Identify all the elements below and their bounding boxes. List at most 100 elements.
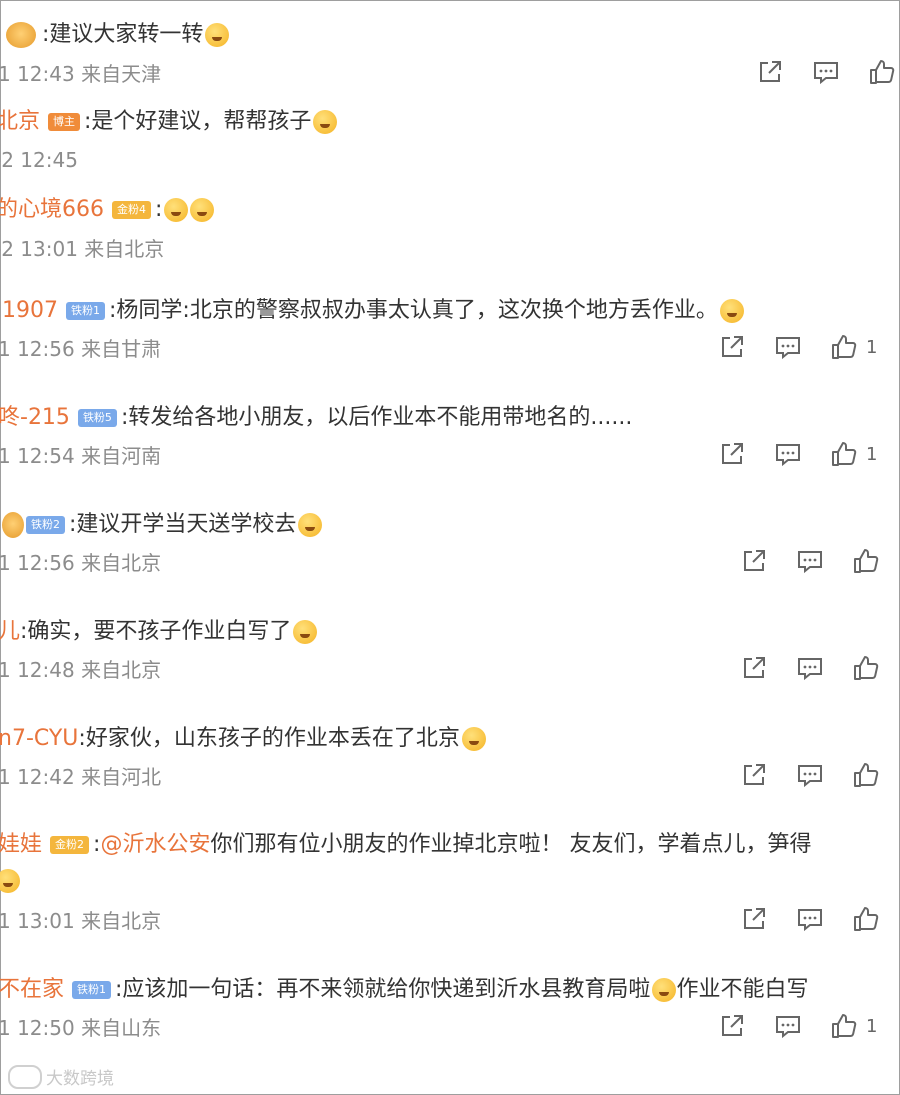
comment-button[interactable] [774, 333, 802, 361]
laughing-emoji-icon [719, 299, 744, 323]
share-icon [744, 550, 765, 571]
thumbs-up-icon [854, 907, 879, 931]
comment-meta: 1 12:43 来自天津 [0, 62, 162, 86]
comment-icon [776, 337, 800, 360]
thumbs-up-icon [854, 763, 879, 787]
thumbs-up-icon [854, 549, 879, 573]
thumbs-up-emoji-icon [190, 198, 215, 222]
username[interactable]: n7-CYU [0, 724, 78, 754]
share-button[interactable] [756, 58, 784, 86]
comment-button[interactable] [774, 1012, 802, 1040]
like-button[interactable] [852, 654, 888, 682]
crying-laughing-emoji-icon [461, 727, 486, 751]
like-count: 1 [866, 336, 878, 358]
comment-meta: 1 12:50 来自山东 [0, 1016, 162, 1040]
fan-badge: 铁粉2 [26, 516, 65, 534]
avatar-icon [6, 22, 36, 48]
comment-text-continued: 你们那有位小朋友的作业掉北京啦！ 友友们，学着点儿，笋得 [210, 832, 812, 857]
emoji-icon [652, 978, 677, 1002]
username[interactable]: 咚-215 [0, 403, 70, 433]
comment-icon [798, 551, 822, 574]
thumbs-up-icon [870, 60, 895, 84]
username[interactable]: 的心境666 [0, 195, 104, 225]
comment-icon [776, 444, 800, 467]
comment-icon [798, 909, 822, 932]
comment-text-continued: 作业不能白写 [676, 977, 809, 1002]
fan-badge: 金粉2 [50, 836, 90, 854]
mention-link[interactable]: @沂水公安 [100, 830, 210, 860]
comment-text: :转发给各地小朋友，以后作业本不能用带地名的...... [120, 405, 633, 430]
comment-meta: 1 12:42 来自河北 [0, 765, 162, 789]
like-button[interactable]: 1 [830, 440, 877, 468]
share-icon [744, 908, 765, 929]
username[interactable]: 北京 [0, 107, 40, 137]
comment-text: : [93, 832, 101, 857]
emoji-icon [298, 513, 323, 537]
like-button[interactable] [852, 547, 888, 575]
thumbs-up-icon [832, 442, 857, 466]
share-button[interactable] [718, 440, 746, 468]
comment-meta: -2 12:45 [0, 148, 78, 172]
fan-badge: 铁粉1 [66, 302, 105, 320]
comment-text: :是个好建议，帮帮孩子 [84, 109, 312, 134]
like-button[interactable] [868, 58, 900, 86]
comment-text: :建议大家转一转 [42, 22, 204, 47]
emoji-icon [313, 110, 338, 134]
watermark: 大数跨境 [8, 1064, 114, 1089]
thumbs-up-emoji-icon [164, 198, 189, 222]
comment-button[interactable] [796, 654, 824, 682]
share-icon [760, 61, 781, 82]
crying-laughing-emoji-icon [293, 620, 318, 644]
watermark-logo-icon [8, 1064, 42, 1089]
comment-button[interactable] [774, 440, 802, 468]
share-icon [722, 1015, 743, 1036]
share-button[interactable] [718, 333, 746, 361]
comment-button[interactable] [796, 547, 824, 575]
share-button[interactable] [718, 1012, 746, 1040]
username[interactable]: 儿 [0, 617, 20, 647]
comment-text: :好家伙，山东孩子的作业本丢在了北京 [78, 726, 460, 751]
avatar-icon [2, 512, 24, 538]
watermark-text: 大数跨境 [46, 1069, 114, 1089]
username[interactable]: 娃娃 [0, 830, 42, 860]
username[interactable]: 不在家 [0, 975, 64, 1005]
share-button[interactable] [740, 905, 768, 933]
fan-badge: 铁粉5 [77, 409, 117, 427]
share-button[interactable] [740, 547, 768, 575]
comment-text: :建议开学当天送学校去 [69, 512, 297, 537]
share-button[interactable] [740, 761, 768, 789]
comment-meta: 1 12:56 来自甘肃 [0, 337, 162, 361]
share-icon [722, 336, 743, 357]
emoji-icon [0, 869, 20, 893]
comment-icon [798, 765, 822, 788]
like-button[interactable] [852, 905, 888, 933]
emoji-icon [205, 23, 230, 47]
comment-text: :应该加一句话：再不来领就给你快递到沂水县教育局啦 [115, 977, 651, 1002]
share-icon [722, 443, 743, 464]
share-icon [744, 764, 765, 785]
username[interactable]: 1907 [2, 296, 58, 326]
comment-meta: 1 13:01 来自北京 [0, 909, 162, 933]
comment-button[interactable] [812, 58, 840, 86]
comment-text: :确实，要不孩子作业白写了 [20, 619, 292, 644]
fan-badge: 铁粉1 [72, 981, 112, 999]
comment-icon [776, 1016, 800, 1039]
comment-text: : [155, 197, 163, 222]
like-button[interactable]: 1 [830, 1012, 877, 1040]
comment-meta: 1 12:56 来自北京 [0, 551, 162, 575]
share-button[interactable] [740, 654, 768, 682]
comment-button[interactable] [796, 761, 824, 789]
like-count: 1 [866, 443, 878, 465]
comment-icon [798, 658, 822, 681]
comment-meta: 1 12:54 来自河南 [0, 444, 162, 468]
like-button[interactable]: 1 [830, 333, 877, 361]
comment-meta: 1 12:48 来自北京 [0, 658, 162, 682]
comment-text: :杨同学:北京的警察叔叔办事太认真了，这次换个地方丢作业。 [109, 298, 718, 323]
thumbs-up-icon [832, 335, 857, 359]
like-count: 1 [866, 1015, 878, 1037]
like-button[interactable] [852, 761, 888, 789]
fan-badge: 金粉4 [112, 201, 151, 219]
comment-button[interactable] [796, 905, 824, 933]
comment-meta: -2 13:01 来自北京 [0, 237, 165, 261]
comment-icon [814, 62, 838, 85]
